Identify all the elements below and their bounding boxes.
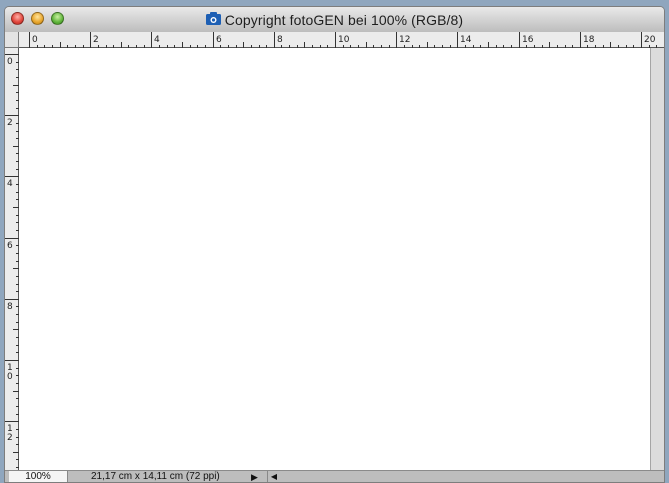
title-bar[interactable]: Copyright fotoGEN bei 100% (RGB/8) <box>5 7 664 33</box>
ruler-label-h: 6 <box>216 35 222 45</box>
document-window: Copyright fotoGEN bei 100% (RGB/8) 0 2 4 6 8… <box>4 6 665 483</box>
vertical-ruler[interactable]: 024681012 <box>5 48 19 470</box>
ruler-label-h: 8 <box>277 35 283 45</box>
ruler-label-h: 18 <box>583 35 595 45</box>
ruler-label-v: 6 <box>7 241 13 251</box>
ruler-label-v: 0 <box>7 57 13 67</box>
ruler-label-v: 0 <box>7 372 13 382</box>
ruler-label-h: 14 <box>460 35 472 45</box>
document-info: 21,17 cm x 14,11 cm (72 ppi) <box>91 471 220 482</box>
ruler-label-h: 12 <box>399 35 410 45</box>
window-title-area: Copyright fotoGEN bei 100% (RGB/8) <box>5 7 664 32</box>
status-menu-arrow-icon[interactable]: ▶ <box>251 471 258 482</box>
photoshop-document-icon <box>205 12 221 25</box>
ruler-label-v: 2 <box>7 433 13 443</box>
scroll-left-arrow-icon[interactable]: ◀ <box>267 471 280 482</box>
ruler-label-h: 16 <box>522 35 534 45</box>
ruler-label-v: 2 <box>7 118 13 128</box>
ruler-label-v: 4 <box>7 179 13 189</box>
ruler-label-h: 4 <box>154 35 160 45</box>
zoom-level-field[interactable]: 100% <box>9 471 68 482</box>
document-canvas[interactable] <box>19 48 652 470</box>
vertical-scrollbar[interactable] <box>650 48 664 470</box>
horizontal-ruler[interactable]: 0 2 4 6 8 10 12 14 16 18 20 <box>19 32 664 48</box>
ruler-label-h: 20 <box>644 35 656 45</box>
ruler-label-h: 2 <box>93 35 99 45</box>
ruler-label-v: 8 <box>7 302 13 312</box>
ruler-label-h: 0 <box>32 35 38 45</box>
window-title: Copyright fotoGEN bei 100% (RGB/8) <box>224 11 464 28</box>
ruler-label-h: 10 <box>338 35 350 45</box>
ruler-origin[interactable] <box>5 32 19 48</box>
status-bar: 100% 21,17 cm x 14,11 cm (72 ppi) ▶ ◀ <box>5 470 664 482</box>
